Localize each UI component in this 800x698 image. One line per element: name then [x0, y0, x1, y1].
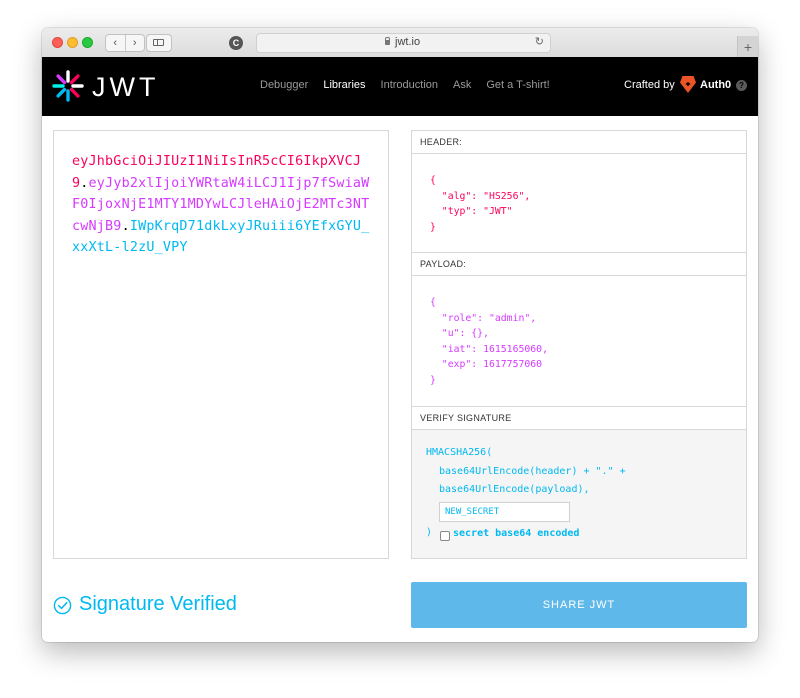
browser-toolbar: ‹ › C jwt.io ↻ +	[42, 28, 758, 58]
encoded-token-panel[interactable]: eyJhbGciOiJIUzI1NiIsInR5cCI6IkpXVCJ9.eyJ…	[53, 130, 389, 559]
sidebar-icon	[153, 39, 164, 46]
verify-function: HMACSHA256(	[426, 447, 493, 458]
jwt-logo-icon[interactable]	[52, 70, 84, 102]
sidebar-toggle-button[interactable]	[146, 34, 172, 52]
check-circle-icon	[53, 596, 72, 615]
encoded-token-text[interactable]: eyJhbGciOiJIUzI1NiIsInR5cCI6IkpXVCJ9.eyJ…	[72, 151, 372, 259]
verify-close-paren: )	[426, 527, 433, 538]
secret-base64-checkbox[interactable]	[440, 531, 450, 541]
jwt-logo-text[interactable]: JWT	[92, 72, 159, 103]
nav-debugger[interactable]: Debugger	[260, 79, 308, 91]
nav-get-tshirt[interactable]: Get a T-shirt!	[486, 79, 549, 91]
secret-input[interactable]: NEW_SECRET	[439, 502, 570, 522]
minimize-window-button[interactable]	[67, 37, 78, 48]
help-icon[interactable]: ?	[736, 80, 747, 91]
payload-json-editor[interactable]: { "role": "admin", "u": {}, "iat": 16151…	[430, 295, 548, 389]
main-nav: Debugger Libraries Introduction Ask Get …	[260, 79, 550, 91]
token-separator: .	[80, 175, 89, 191]
signature-status: Signature Verified	[79, 593, 237, 615]
auth0-link[interactable]: Auth0	[700, 79, 731, 91]
payload-section-title: PAYLOAD:	[412, 253, 746, 276]
zoom-window-button[interactable]	[82, 37, 93, 48]
verify-section-title: VERIFY SIGNATURE	[412, 407, 746, 430]
address-bar[interactable]: jwt.io ↻	[256, 33, 551, 53]
browser-window: ‹ › C jwt.io ↻ + JWT Debugger Libraries …	[42, 28, 758, 642]
share-jwt-button[interactable]: SHARE JWT	[411, 582, 747, 628]
auth0-logo-icon[interactable]	[680, 76, 696, 93]
header-json-editor[interactable]: { "alg": "HS256", "typ": "JWT" }	[430, 173, 530, 235]
back-button[interactable]: ‹	[106, 35, 126, 51]
token-separator: .	[121, 218, 130, 234]
reload-icon[interactable]: ↻	[535, 35, 544, 48]
verify-header-line: base64UrlEncode(header) + "." +	[439, 466, 626, 477]
decoded-panel: HEADER: { "alg": "HS256", "typ": "JWT" }…	[411, 130, 747, 559]
nav-ask[interactable]: Ask	[453, 79, 471, 91]
site-favicon-icon[interactable]: C	[229, 36, 243, 50]
header-section-title: HEADER:	[412, 131, 746, 154]
secret-base64-label[interactable]: secret base64 encoded	[453, 528, 579, 539]
history-nav: ‹ ›	[105, 34, 145, 52]
new-tab-button[interactable]: +	[737, 36, 758, 57]
crafted-by-label: Crafted by	[624, 79, 675, 91]
url-text: jwt.io	[395, 36, 421, 48]
nav-libraries[interactable]: Libraries	[323, 79, 365, 91]
lock-icon	[385, 37, 390, 45]
forward-button[interactable]: ›	[126, 35, 145, 51]
close-window-button[interactable]	[52, 37, 63, 48]
verify-payload-line: base64UrlEncode(payload),	[439, 484, 590, 495]
site-header: JWT Debugger Libraries Introduction Ask …	[42, 57, 758, 116]
nav-introduction[interactable]: Introduction	[381, 79, 438, 91]
verify-signature-area: HMACSHA256( base64UrlEncode(header) + ".…	[412, 430, 746, 558]
